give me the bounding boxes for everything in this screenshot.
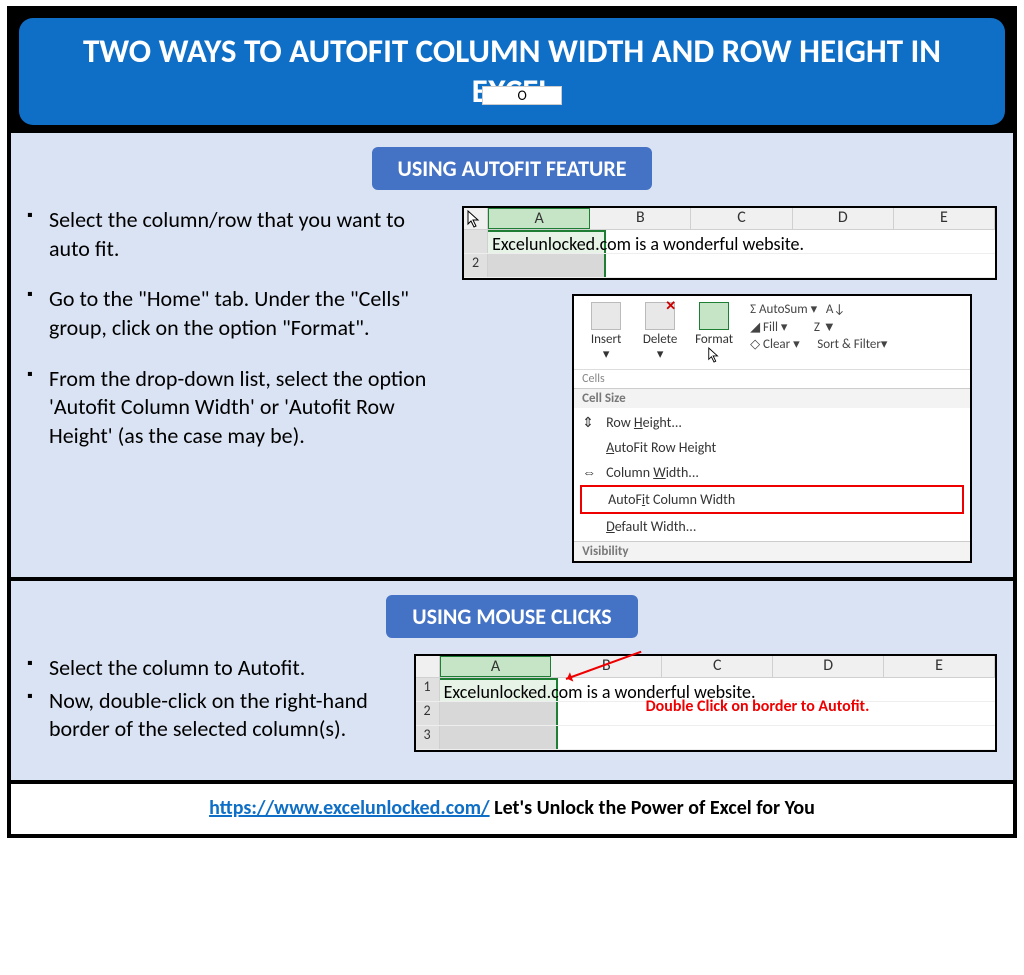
- footer: https://www.excelunlocked.com/ Let's Unl…: [11, 784, 1013, 834]
- cell-text: Excelunlocked.com is a wonderful website…: [492, 233, 804, 255]
- column-header-a: A: [488, 208, 590, 229]
- section2-text: Select the column to Autofit. Now, doubl…: [27, 654, 396, 766]
- cursor-icon: [707, 347, 721, 363]
- select-all-corner: [464, 208, 488, 229]
- column-header-c: C: [662, 656, 773, 677]
- section2-heading: USING MOUSE CLICKS: [386, 595, 637, 638]
- insert-icon: [591, 302, 621, 330]
- cell-a2: [488, 254, 606, 277]
- cells-group-label: Cells: [582, 372, 732, 386]
- column-header-e: E: [894, 208, 995, 229]
- annotation-text: Double Click on border to Autofit.: [646, 698, 870, 716]
- column-header-b: B: [590, 208, 691, 229]
- format-dropdown-menu: ⇕ Row Height... AutoFit Row Height ⇔ Col…: [574, 408, 970, 541]
- column-header-d: D: [793, 208, 894, 229]
- column-header-e: E: [884, 656, 995, 677]
- menu-autofit-row: AutoFit Row Height: [574, 435, 970, 460]
- footer-tagline: Let's Unlock the Power of Excel for You: [490, 796, 815, 820]
- row-header-1: 1: [416, 678, 440, 701]
- cell-a1: Excelunlocked.com is a wonderful website…: [488, 230, 606, 253]
- select-all-corner: [416, 656, 440, 677]
- row-height-icon: ⇕: [582, 414, 598, 430]
- main-title: TWO WAYS TO AUTOFIT COLUMN WIDTH AND ROW…: [19, 18, 1005, 125]
- row-header-2: 2: [464, 254, 488, 277]
- excel-screenshot-2: A B C D E 1 Excelunlocked.com is a wonde…: [414, 654, 997, 752]
- column-o-fragment: O: [482, 86, 562, 105]
- col-width-icon: ⇔: [582, 464, 598, 480]
- cursor-icon: [466, 210, 482, 228]
- section1-heading: USING AUTOFIT FEATURE: [372, 147, 653, 190]
- excel-screenshot-1: A B C D E Excelunlocked.com is a wonderf…: [462, 206, 997, 280]
- bullet-item: Select the column/row that you want to a…: [49, 206, 444, 263]
- cell-a3: [440, 726, 558, 749]
- column-header-c: C: [691, 208, 792, 229]
- menu-row-height: ⇕ Row Height...: [574, 410, 970, 435]
- format-icon: [699, 302, 729, 330]
- menu-header-visibility: Visibility: [574, 541, 970, 561]
- menu-autofit-col-highlighted: AutoFit Column Width: [580, 485, 964, 514]
- cell-a2: [440, 702, 558, 725]
- delete-icon: ✕: [645, 302, 675, 330]
- bullet-item: Select the column to Autofit.: [49, 654, 396, 683]
- section-autofit-feature: USING AUTOFIT FEATURE Select the column/…: [11, 133, 1013, 577]
- footer-link[interactable]: https://www.excelunlocked.com/: [209, 796, 490, 820]
- format-button: Format: [690, 302, 738, 367]
- bullet-item: Go to the "Home" tab. Under the "Cells" …: [49, 285, 444, 342]
- infographic-container: TWO WAYS TO AUTOFIT COLUMN WIDTH AND ROW…: [7, 6, 1017, 838]
- bullet-item: Now, double-click on the right-hand bord…: [49, 687, 396, 744]
- menu-default-width: Default Width...: [574, 514, 970, 539]
- row-header-3: 3: [416, 726, 440, 749]
- row-header: [464, 230, 488, 253]
- delete-button: ✕ Delete▾: [636, 302, 684, 362]
- ribbon-screenshot: Insert▾ ✕ Delete▾ Format: [572, 294, 972, 563]
- menu-header-cellsize: Cell Size: [574, 388, 970, 408]
- bullet-item: From the drop-down list, select the opti…: [49, 365, 444, 451]
- menu-col-width: ⇔ Column Width...: [574, 460, 970, 485]
- section-mouse-clicks: USING MOUSE CLICKS Select the column to …: [11, 581, 1013, 780]
- ribbon-side-buttons: Σ AutoSum ▾ A↓ ◢ Fill ▾ Z ▼ ◇ Clear ▾ So…: [744, 302, 962, 354]
- cell-a1: Excelunlocked.com is a wonderful website…: [440, 678, 558, 701]
- row-header-2: 2: [416, 702, 440, 725]
- insert-button: Insert▾: [582, 302, 630, 362]
- column-header-a: A: [440, 656, 552, 677]
- section1-text: Select the column/row that you want to a…: [27, 206, 444, 472]
- column-header-d: D: [773, 656, 884, 677]
